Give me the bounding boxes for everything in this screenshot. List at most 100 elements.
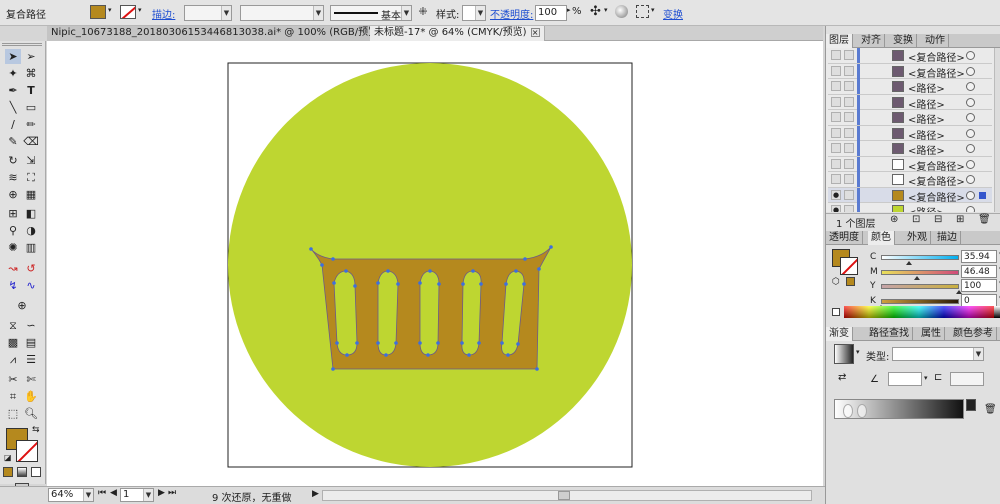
doc-tab-1[interactable]: Nipic_10673188_20180306153446813038.ai* … — [47, 26, 400, 41]
layer-row[interactable]: ● <复合路径> — [828, 187, 992, 204]
layer-row[interactable]: <路径> — [828, 79, 992, 95]
gradient-type-dropdown[interactable]: ▼ — [892, 347, 984, 361]
eyedropper-tool-icon[interactable]: ⚲ — [5, 223, 21, 238]
target-circle-icon[interactable] — [966, 175, 975, 184]
anchor-point[interactable] — [309, 247, 313, 251]
stroke-dropdown-arrow[interactable]: ▾ — [138, 6, 142, 14]
layer-row[interactable]: <复合路径> — [828, 48, 992, 64]
paintbrush-tool-icon[interactable]: ∕ — [5, 117, 21, 132]
target-circle-icon[interactable] — [966, 206, 975, 212]
fill-dropdown-arrow[interactable]: ▾ — [108, 6, 112, 14]
none-color-icon[interactable] — [832, 308, 840, 316]
lock-toggle[interactable] — [844, 81, 854, 91]
anchor-point[interactable] — [522, 282, 526, 286]
color-mode-icon[interactable] — [3, 467, 13, 477]
free-transform-tool-icon[interactable]: ⛶ — [23, 170, 39, 185]
gradient-stop-light[interactable] — [857, 404, 867, 418]
visibility-eye-icon[interactable] — [831, 81, 841, 91]
align-stroke-icon[interactable]: ⁜ — [416, 5, 430, 19]
anchor-point[interactable] — [477, 341, 481, 345]
target-circle-icon[interactable] — [966, 128, 975, 138]
visibility-eye-icon[interactable] — [831, 158, 841, 169]
anchor-point[interactable] — [514, 269, 518, 273]
lock-toggle[interactable] — [844, 65, 854, 76]
twirl-tool-icon[interactable]: ↺ — [23, 261, 39, 276]
stroke-swatch[interactable] — [120, 5, 136, 19]
pucker-tool-icon[interactable]: ↯ — [5, 278, 21, 293]
tab-stroke[interactable]: 描边 — [934, 231, 961, 245]
layer-row[interactable]: <复合路径> — [828, 63, 992, 80]
anchor-point[interactable] — [467, 353, 471, 357]
anchor-point[interactable] — [355, 341, 359, 345]
stroke-color-swatch[interactable] — [16, 440, 38, 462]
eraser-tool-icon[interactable]: ⌫ — [23, 134, 39, 149]
stroke-label-link[interactable]: 描边: — [152, 6, 175, 21]
gradient-preview[interactable] — [834, 344, 854, 364]
anchor-point[interactable] — [376, 281, 380, 285]
anchor-point[interactable] — [418, 281, 422, 285]
lock-toggle[interactable] — [844, 174, 854, 184]
selection-indicator[interactable] — [979, 191, 986, 199]
target-circle-icon[interactable] — [966, 51, 975, 60]
clipping-mask-icon[interactable]: ⊡ — [912, 214, 920, 225]
transform-link[interactable]: 变换 — [663, 6, 683, 21]
close-icon[interactable]: × — [530, 27, 540, 37]
anchor-point[interactable] — [353, 284, 357, 288]
pen-tool-icon[interactable]: ✒ — [5, 83, 21, 98]
align-dropdown-arrow[interactable]: ▾ — [651, 6, 655, 14]
default-colors-icon[interactable]: ◪ — [4, 453, 12, 462]
aspect-ratio-input[interactable] — [950, 372, 984, 386]
artboard-crop-tool-icon[interactable]: ⌗ — [5, 389, 21, 404]
list-tool-icon[interactable]: ☰ — [23, 352, 39, 367]
gradient-preview-arrow[interactable]: ▾ — [856, 348, 860, 356]
lock-toggle[interactable] — [844, 143, 854, 153]
layer-row[interactable]: <复合路径> — [828, 172, 992, 188]
anchor-point[interactable] — [376, 341, 380, 345]
anchor-point[interactable] — [418, 341, 422, 345]
magic-wand-tool-icon[interactable]: ✦ — [5, 66, 21, 81]
delete-layer-icon[interactable]: 🗑︎ — [978, 214, 991, 225]
type-tool-icon[interactable]: T — [23, 83, 39, 98]
tab-gradient[interactable]: 渐变 — [826, 327, 853, 341]
column-graph-tool-icon[interactable]: ▥ — [23, 240, 39, 255]
blob-brush-tool-icon[interactable]: ✎ — [5, 134, 21, 149]
blend-tool-icon[interactable]: ◑ — [23, 223, 39, 238]
opacity-arrow[interactable]: ▸ — [567, 6, 571, 14]
mesh-alt-tool-icon[interactable]: ▩ — [5, 335, 21, 350]
line-tool-icon[interactable]: ╲ — [5, 100, 21, 115]
delete-stop-icon[interactable]: 🗑︎ — [984, 404, 997, 415]
anchor-point[interactable] — [437, 282, 441, 286]
artboard-tool-icon[interactable]: ⧖ — [5, 318, 21, 333]
symbol-sprayer-tool-icon[interactable]: ✺ — [5, 240, 21, 255]
anchor-point[interactable] — [320, 263, 324, 267]
anchor-point[interactable] — [537, 267, 541, 271]
layer-row[interactable]: ● <路径> — [828, 203, 992, 212]
zoom-tool-icon[interactable]: 🔍︎ — [23, 406, 39, 421]
none-mode-icon[interactable] — [31, 467, 41, 477]
scale-tool-icon[interactable]: ⇲ — [23, 153, 39, 168]
lock-toggle[interactable] — [844, 127, 854, 138]
anchor-point[interactable] — [386, 269, 390, 273]
chart-alt-tool-icon[interactable]: ▤ — [23, 335, 39, 350]
channel-value-input[interactable]: 35.94 — [961, 250, 997, 263]
doc-tab-2[interactable]: 未标题-17* @ 64% (CMYK/预览) × — [370, 26, 545, 41]
channel-value-input[interactable]: 0 — [961, 293, 997, 307]
target-circle-icon[interactable] — [966, 159, 975, 169]
stroke-weight-dropdown[interactable]: ▼ — [184, 5, 232, 21]
shape-builder-tool-icon[interactable]: ⊕ — [5, 187, 21, 202]
new-sublayer-icon[interactable]: ⊟ — [934, 214, 942, 225]
tab-layers[interactable]: 图层 — [826, 34, 853, 48]
tab-attributes[interactable]: 属性 — [918, 327, 945, 341]
gradient-stop-white[interactable] — [843, 404, 853, 418]
layer-row[interactable]: <路径> — [828, 94, 992, 111]
target-circle-icon[interactable] — [966, 97, 975, 107]
rotate-tool-icon[interactable]: ↻ — [5, 153, 21, 168]
layer-row[interactable]: <路径> — [828, 141, 992, 157]
target-circle-icon[interactable] — [966, 82, 975, 91]
layers-scrollbar[interactable] — [994, 48, 1000, 212]
visibility-eye-icon[interactable] — [831, 112, 841, 122]
anchor-point[interactable] — [344, 269, 348, 273]
selection-tool-icon[interactable]: ➤ — [5, 49, 21, 64]
fill-swatch[interactable] — [90, 5, 106, 19]
knife-tool-icon[interactable]: ✂ — [5, 372, 21, 387]
